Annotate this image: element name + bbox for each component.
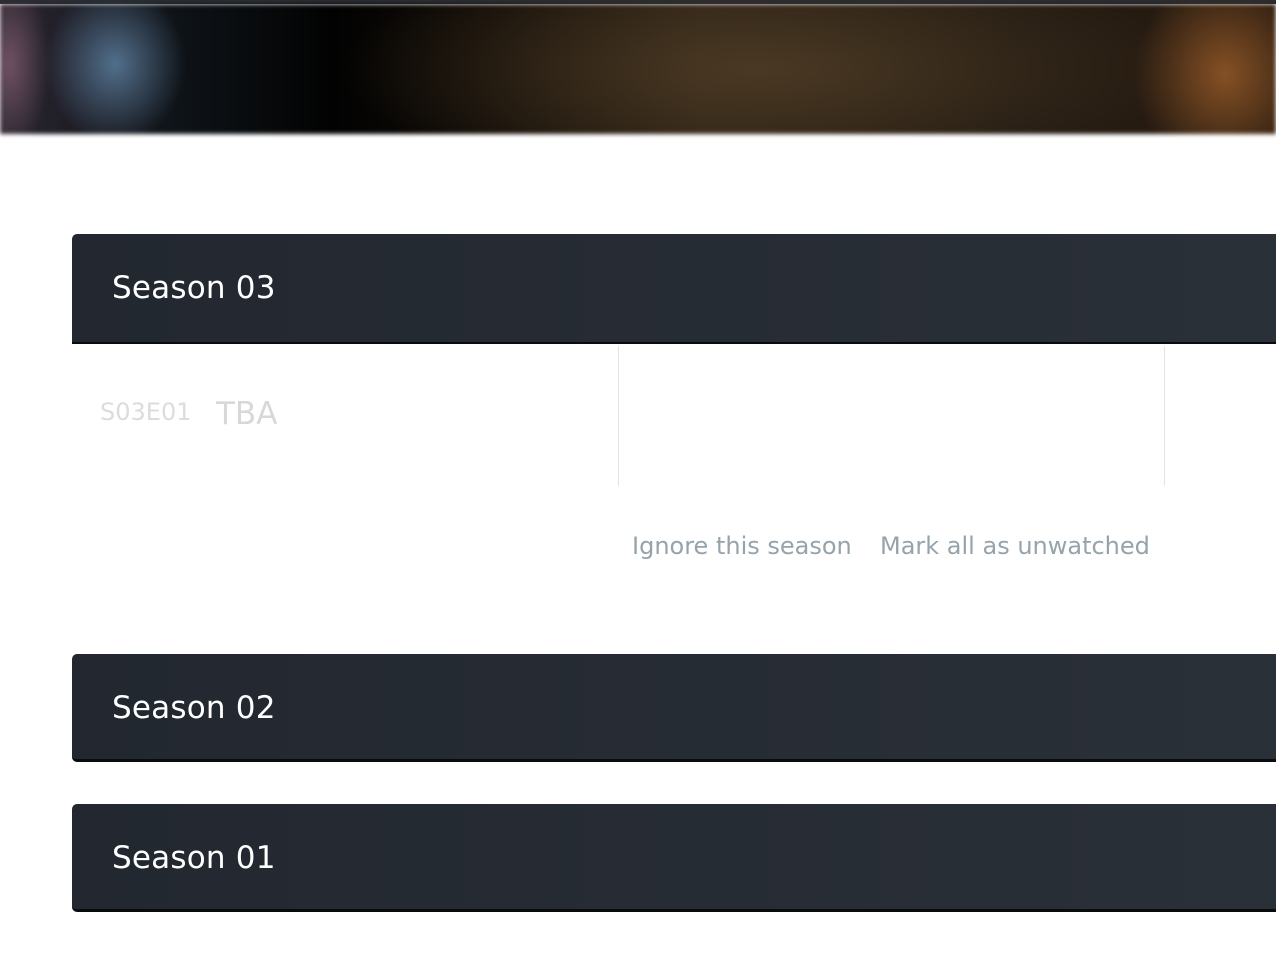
ignore-season-link[interactable]: Ignore this season bbox=[632, 532, 852, 566]
season-title: Season 03 bbox=[112, 270, 276, 306]
mark-all-unwatched-link[interactable]: Mark all as unwatched bbox=[880, 532, 1150, 566]
season-header-03[interactable]: Season 03 bbox=[72, 234, 1276, 344]
episode-code: S03E01 bbox=[100, 398, 192, 426]
episode-title: TBA bbox=[216, 396, 278, 432]
episode-row[interactable]: S03E01 TBA bbox=[72, 346, 1276, 486]
show-banner-image bbox=[0, 4, 1276, 134]
season-header-01[interactable]: Season 01 bbox=[72, 804, 1276, 912]
column-divider bbox=[1164, 346, 1165, 486]
season-title: Season 01 bbox=[112, 840, 276, 876]
season-title: Season 02 bbox=[112, 690, 276, 726]
season-header-02[interactable]: Season 02 bbox=[72, 654, 1276, 762]
column-divider bbox=[618, 346, 619, 486]
